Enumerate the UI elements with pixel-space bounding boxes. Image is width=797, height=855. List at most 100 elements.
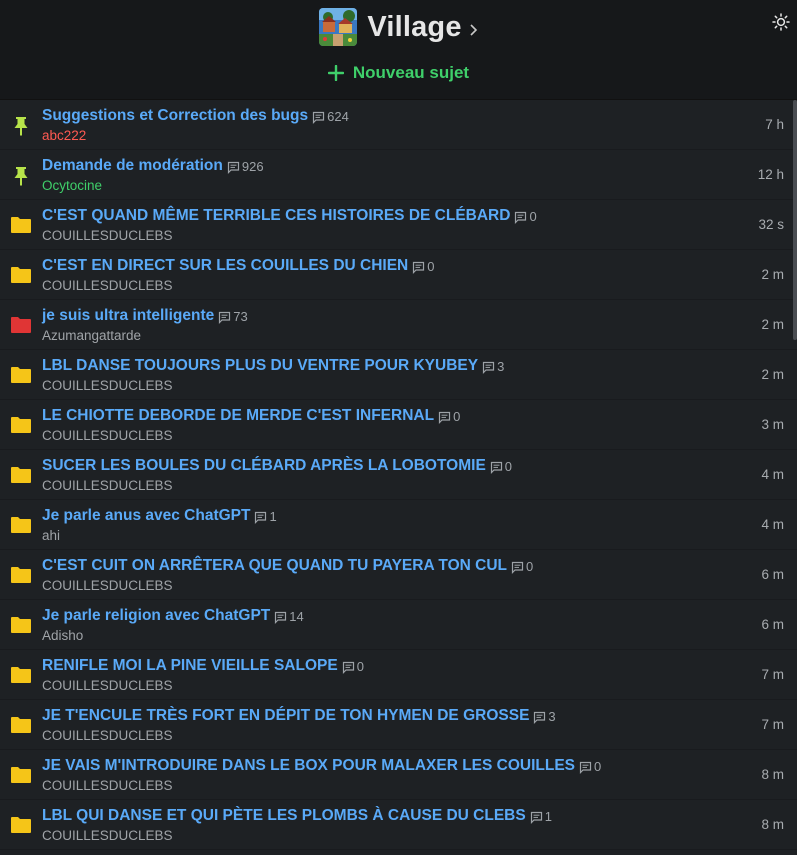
folder-icon bbox=[10, 215, 32, 235]
topic-row[interactable]: JE T'ENCULE TRÈS FORT EN DÉPIT DE TON HY… bbox=[0, 700, 797, 750]
topic-time: 2 m bbox=[761, 317, 784, 332]
chevron-right-icon[interactable] bbox=[469, 23, 478, 37]
reply-count: 0 bbox=[529, 208, 537, 224]
topic-author[interactable]: COUILLESDUCLEBS bbox=[42, 778, 173, 793]
reply-count: 0 bbox=[356, 658, 364, 674]
topic-list: Suggestions et Correction des bugs 624 a… bbox=[0, 100, 797, 855]
topic-row[interactable]: LBL QUI DANSE ET QUI PÈTE LES PLOMBS À C… bbox=[0, 800, 797, 850]
topic-title-link[interactable]: SUCER LES BOULES DU CLÉBARD APRÈS LA LOB… bbox=[42, 457, 486, 475]
topic-title-link[interactable]: JE T'ENCULE TRÈS FORT EN DÉPIT DE TON HY… bbox=[42, 707, 529, 725]
comment-icon bbox=[438, 411, 451, 424]
topic-time: 7 m bbox=[761, 717, 784, 732]
topic-row[interactable]: je suis ultra intelligente 73 Azumangatt… bbox=[0, 300, 797, 350]
topic-row[interactable]: Demande de modération 926 Ocytocine 12 h bbox=[0, 150, 797, 200]
topic-line: C'EST CUIT ON ARRÊTERA QUE QUAND TU PAYE… bbox=[42, 557, 717, 575]
reply-count: 926 bbox=[241, 158, 264, 174]
comment-icon bbox=[219, 311, 231, 324]
topic-line: je suis ultra intelligente 73 bbox=[42, 307, 717, 325]
topic-title-link[interactable]: RENIFLE MOI LA PINE VIEILLE SALOPE bbox=[42, 657, 338, 675]
topic-row[interactable]: Je parle religion avec ChatGPT 14 Adisho… bbox=[0, 600, 797, 650]
topic-line: LE CHIOTTE DEBORDE DE MERDE C'EST INFERN… bbox=[42, 407, 717, 425]
topic-title-link[interactable]: C'EST QUAND MÊME TERRIBLE CES HISTOIRES … bbox=[42, 207, 510, 225]
topic-line: Suggestions et Correction des bugs 624 bbox=[42, 107, 717, 125]
topic-time: 6 m bbox=[761, 617, 784, 632]
scrollbar[interactable] bbox=[793, 100, 797, 340]
plus-icon bbox=[327, 65, 344, 81]
topic-author[interactable]: abc222 bbox=[42, 128, 86, 143]
topic-title-link[interactable]: C'EST EN DIRECT SUR LES COUILLES DU CHIE… bbox=[42, 257, 408, 275]
comment-icon bbox=[413, 261, 425, 274]
topic-line: SUCER LES BOULES DU CLÉBARD APRÈS LA LOB… bbox=[42, 457, 717, 475]
comment-icon bbox=[534, 711, 546, 724]
topic-author[interactable]: COUILLESDUCLEBS bbox=[42, 478, 173, 493]
topic-line: Je parle religion avec ChatGPT 14 bbox=[42, 607, 717, 625]
comment-icon bbox=[490, 461, 502, 474]
pin-icon bbox=[10, 165, 32, 186]
topic-author[interactable]: COUILLESDUCLEBS bbox=[42, 378, 173, 393]
topic-title-link[interactable]: LBL DANSE TOUJOURS PLUS DU VENTRE POUR K… bbox=[42, 357, 478, 375]
topic-line: C'EST EN DIRECT SUR LES COUILLES DU CHIE… bbox=[42, 257, 717, 275]
reply-count: 1 bbox=[544, 808, 552, 824]
folder-icon bbox=[10, 615, 32, 635]
forum-title[interactable]: Village bbox=[367, 11, 461, 44]
topic-time: 32 s bbox=[758, 217, 784, 232]
forum-logo-icon bbox=[319, 8, 358, 46]
reply-count: 0 bbox=[504, 458, 513, 474]
topic-time: 4 m bbox=[761, 467, 784, 482]
topic-title-link[interactable]: je suis ultra intelligente bbox=[42, 307, 214, 325]
pin-icon bbox=[10, 115, 32, 136]
topic-title-link[interactable]: Suggestions et Correction des bugs bbox=[42, 107, 308, 125]
reply-count: 0 bbox=[594, 758, 602, 774]
topic-row[interactable]: JE VAIS M'INTRODUIRE DANS LE BOX POUR MA… bbox=[0, 750, 797, 800]
topic-row[interactable]: C'EST EN DIRECT SUR LES COUILLES DU CHIE… bbox=[0, 250, 797, 300]
topic-author[interactable]: COUILLESDUCLEBS bbox=[42, 578, 173, 593]
topic-line: Je parle anus avec ChatGPT 1 bbox=[42, 507, 717, 525]
topic-line: C'EST QUAND MÊME TERRIBLE CES HISTOIRES … bbox=[42, 207, 717, 225]
topic-row[interactable]: SUCER LES BOULES DU CLÉBARD APRÈS LA LOB… bbox=[0, 450, 797, 500]
folder-icon bbox=[10, 765, 32, 785]
topic-author[interactable]: COUILLESDUCLEBS bbox=[42, 228, 173, 243]
topic-title-link[interactable]: JE VAIS M'INTRODUIRE DANS LE BOX POUR MA… bbox=[42, 757, 575, 775]
forum-title-row[interactable]: Village bbox=[0, 6, 797, 48]
folder-icon bbox=[10, 565, 32, 585]
topic-author[interactable]: Adisho bbox=[42, 628, 83, 643]
topic-row[interactable]: C'EST QUAND MÊME TERRIBLE CES HISTOIRES … bbox=[0, 200, 797, 250]
topic-title-link[interactable]: LBL QUI DANSE ET QUI PÈTE LES PLOMBS À C… bbox=[42, 807, 526, 825]
topic-title-link[interactable]: Demande de modération bbox=[42, 157, 223, 175]
theme-toggle-button[interactable] bbox=[771, 12, 791, 32]
comment-icon bbox=[511, 561, 524, 574]
topic-row[interactable]: Je parle anus avec ChatGPT 1 ahi 4 m bbox=[0, 500, 797, 550]
topic-row[interactable]: RENIFLE MOI LA PINE VIEILLE SALOPE 0 COU… bbox=[0, 650, 797, 700]
topic-title-link[interactable]: Je parle anus avec ChatGPT bbox=[42, 507, 250, 525]
topic-author[interactable]: Ocytocine bbox=[42, 178, 102, 193]
topic-author[interactable]: COUILLESDUCLEBS bbox=[42, 278, 173, 293]
reply-count: 0 bbox=[427, 258, 435, 274]
topic-title-link[interactable]: LE CHIOTTE DEBORDE DE MERDE C'EST INFERN… bbox=[42, 407, 434, 425]
topic-title-link[interactable]: Je parle religion avec ChatGPT bbox=[42, 607, 270, 625]
topic-row[interactable]: LE CHIOTTE DEBORDE DE MERDE C'EST INFERN… bbox=[0, 400, 797, 450]
comment-icon bbox=[313, 111, 325, 124]
topic-author[interactable]: COUILLESDUCLEBS bbox=[42, 828, 173, 843]
forum-header: Village Nouveau sujet bbox=[0, 0, 797, 100]
topic-line: LBL QUI DANSE ET QUI PÈTE LES PLOMBS À C… bbox=[42, 807, 717, 825]
topic-author[interactable]: Azumangattarde bbox=[42, 328, 141, 343]
new-topic-button[interactable]: Nouveau sujet bbox=[0, 60, 797, 86]
topic-time: 2 m bbox=[761, 267, 784, 282]
topic-line: RENIFLE MOI LA PINE VIEILLE SALOPE 0 bbox=[42, 657, 717, 675]
comment-icon bbox=[482, 361, 495, 374]
topic-title-link[interactable]: C'EST CUIT ON ARRÊTERA QUE QUAND TU PAYE… bbox=[42, 557, 507, 575]
topic-row[interactable]: Suggestions et Correction des bugs 624 a… bbox=[0, 100, 797, 150]
topic-row[interactable]: LBL DANSE TOUJOURS PLUS DU VENTRE POUR K… bbox=[0, 350, 797, 400]
topic-author[interactable]: ahi bbox=[42, 528, 60, 543]
reply-count: 3 bbox=[548, 708, 556, 724]
folder-icon bbox=[10, 415, 32, 435]
topic-row[interactable]: C'EST CUIT ON ARRÊTERA QUE QUAND TU PAYE… bbox=[0, 550, 797, 600]
new-topic-label: Nouveau sujet bbox=[352, 63, 470, 82]
comment-icon bbox=[579, 761, 592, 774]
folder-icon bbox=[10, 665, 32, 685]
folder-icon bbox=[10, 265, 32, 285]
reply-count: 1 bbox=[269, 508, 277, 524]
topic-author[interactable]: COUILLESDUCLEBS bbox=[42, 428, 173, 443]
topic-author[interactable]: COUILLESDUCLEBS bbox=[42, 678, 173, 693]
topic-author[interactable]: COUILLESDUCLEBS bbox=[42, 728, 173, 743]
